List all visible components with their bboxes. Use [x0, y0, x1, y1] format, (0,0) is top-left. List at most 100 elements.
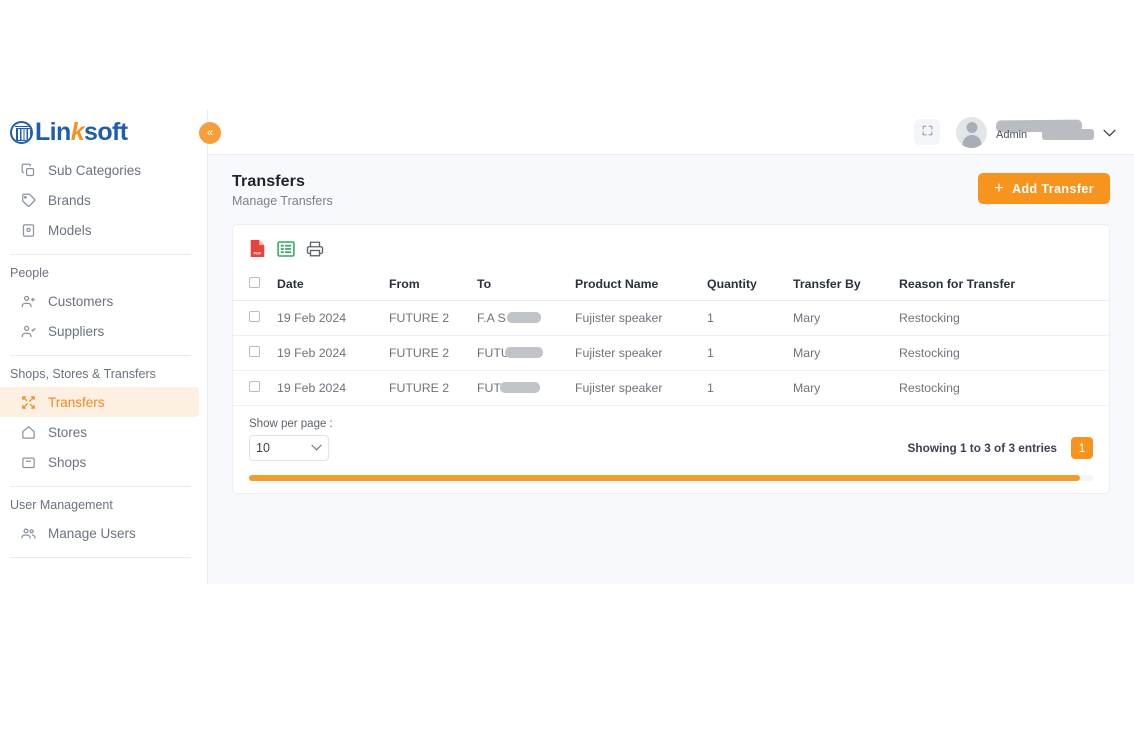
- chevron-down-icon: [1103, 125, 1116, 140]
- sidebar-item-label: Suppliers: [48, 323, 105, 339]
- table-row[interactable]: 19 Feb 2024 FUTURE 2 FUTU Fujister speak…: [233, 335, 1109, 371]
- cell-transfer-by: Mary: [789, 370, 895, 406]
- excel-export-icon[interactable]: [277, 240, 295, 258]
- user-name-redacted-2: [1042, 128, 1094, 140]
- horizontal-scrollbar-track[interactable]: [249, 475, 1093, 481]
- per-page-select[interactable]: 10: [249, 435, 329, 461]
- topbar: Admin: [208, 110, 1134, 155]
- brand-name-part1: Lin: [35, 118, 71, 146]
- shop-bag-icon: [20, 454, 37, 471]
- column-header-transfer-by[interactable]: Transfer By: [789, 268, 895, 301]
- brand-name: Linksoft: [35, 118, 128, 146]
- cell-to: FUTU: [473, 335, 571, 371]
- sidebar-item-manage-users[interactable]: Manage Users: [0, 518, 199, 548]
- pdf-export-icon[interactable]: PDF: [249, 239, 266, 258]
- cell-date: 19 Feb 2024: [273, 300, 385, 336]
- users-icon: [20, 525, 37, 542]
- user-meta: Admin: [994, 117, 1094, 148]
- column-header-quantity[interactable]: Quantity: [703, 268, 789, 301]
- page-subtitle: Manage Transfers: [232, 194, 333, 208]
- sidebar-item-stores[interactable]: Stores: [0, 417, 199, 447]
- cell-quantity: 1: [703, 335, 789, 371]
- fullscreen-button[interactable]: [914, 119, 940, 145]
- sidebar-group-title-shops: Shops, Stores & Transfers: [10, 367, 156, 381]
- sidebar-item-shops[interactable]: Shops: [0, 447, 199, 477]
- svg-text:PDF: PDF: [254, 250, 262, 255]
- home-icon: [20, 424, 37, 441]
- cell-to-redaction: [507, 312, 541, 323]
- export-toolbar: PDF: [233, 225, 1109, 268]
- row-checkbox[interactable]: [249, 381, 260, 392]
- table-header-row: Date From To Product Name Quantity Trans…: [233, 268, 1109, 301]
- sidebar-item-transfers[interactable]: Transfers: [0, 387, 199, 417]
- row-select-cell: [233, 335, 273, 371]
- brand-name-part2: soft: [84, 118, 128, 146]
- printer-icon[interactable]: [306, 240, 324, 258]
- app-root: Linksoft Sub Categories Brands Models Pe…: [0, 110, 1134, 584]
- transfers-card: PDF Date From To Product Name Quantity T…: [232, 224, 1110, 494]
- user-check-icon: [20, 323, 37, 340]
- chevron-down-icon: [311, 443, 322, 454]
- cell-product-name: Fujister speaker: [571, 300, 703, 336]
- cell-transfer-by: Mary: [789, 300, 895, 336]
- sidebar-group-title-user-management: User Management: [10, 498, 113, 512]
- sidebar-item-customers[interactable]: Customers: [0, 286, 199, 316]
- column-header-product-name[interactable]: Product Name: [571, 268, 703, 301]
- cell-product-name: Fujister speaker: [571, 370, 703, 406]
- row-checkbox[interactable]: [249, 346, 260, 357]
- page-button-1[interactable]: 1: [1071, 437, 1093, 459]
- sidebar-item-sub-categories[interactable]: Sub Categories: [0, 155, 199, 185]
- table-row[interactable]: 19 Feb 2024 FUTURE 2 FUT Fujister speake…: [233, 370, 1109, 406]
- user-plus-icon: [20, 293, 37, 310]
- cell-date: 19 Feb 2024: [273, 370, 385, 406]
- horizontal-scrollbar-thumb[interactable]: [249, 475, 1081, 481]
- add-transfer-label: Add Transfer: [1012, 181, 1094, 196]
- sidebar-item-label: Brands: [48, 192, 91, 208]
- main-content: Admin Transfers Manage Transfers + Add T…: [208, 110, 1134, 584]
- per-page-label: Show per page :: [249, 418, 333, 430]
- cell-quantity: 1: [703, 300, 789, 336]
- brand-logo[interactable]: Linksoft: [0, 110, 207, 155]
- sidebar-group-title-people: People: [10, 266, 49, 280]
- table-body: 19 Feb 2024 FUTURE 2 F.A S Fujister spea…: [233, 300, 1109, 406]
- column-header-date[interactable]: Date: [273, 268, 385, 301]
- page-header: Transfers Manage Transfers + Add Transfe…: [208, 155, 1134, 208]
- sidebar-collapse-button[interactable]: «: [199, 122, 221, 144]
- column-header-to[interactable]: To: [473, 268, 571, 301]
- table-row[interactable]: 19 Feb 2024 FUTURE 2 F.A S Fujister spea…: [233, 300, 1109, 336]
- sidebar-item-label: Customers: [48, 293, 114, 309]
- cell-date: 19 Feb 2024: [273, 335, 385, 371]
- cell-from: FUTURE 2: [385, 300, 473, 336]
- cell-to-wrap: FUTU: [477, 346, 543, 360]
- barcode-circle-icon: [10, 121, 33, 144]
- sidebar-item-label: Manage Users: [48, 525, 136, 541]
- sidebar-item-label: Models: [48, 222, 92, 238]
- select-all-checkbox[interactable]: [249, 277, 260, 288]
- column-header-from[interactable]: From: [385, 268, 473, 301]
- cell-from: FUTURE 2: [385, 335, 473, 371]
- cell-to-redaction: [500, 382, 540, 393]
- cell-product-name: Fujister speaker: [571, 335, 703, 371]
- sidebar-item-brands[interactable]: Brands: [0, 185, 199, 215]
- sidebar-item-label: Stores: [48, 424, 88, 440]
- copy-icon: [20, 162, 37, 179]
- cell-to-text: FUT: [477, 381, 501, 395]
- avatar: [956, 116, 987, 148]
- sidebar-divider: [10, 355, 191, 356]
- cell-to-wrap: FUT: [477, 381, 540, 395]
- row-checkbox[interactable]: [249, 311, 260, 322]
- add-transfer-button[interactable]: + Add Transfer: [978, 173, 1110, 204]
- sidebar-item-suppliers[interactable]: Suppliers: [0, 316, 199, 346]
- sidebar-item-label: Transfers: [48, 394, 105, 410]
- column-header-reason[interactable]: Reason for Transfer: [895, 268, 1109, 301]
- sidebar: Linksoft Sub Categories Brands Models Pe…: [0, 110, 221, 584]
- sidebar-nav: Sub Categories Brands Models People Cust…: [0, 155, 207, 558]
- sidebar-divider-bottom: [10, 557, 191, 558]
- tag-icon: [20, 192, 37, 209]
- chevrons-left-icon: «: [206, 126, 214, 139]
- sidebar-item-models[interactable]: Models: [0, 215, 199, 245]
- user-menu[interactable]: Admin: [956, 116, 1116, 148]
- row-select-cell: [233, 300, 273, 336]
- table-footer: Show per page : 10 Showing 1 to 3 of 3 e…: [233, 406, 1109, 461]
- pagination: Showing 1 to 3 of 3 entries 1: [908, 437, 1093, 461]
